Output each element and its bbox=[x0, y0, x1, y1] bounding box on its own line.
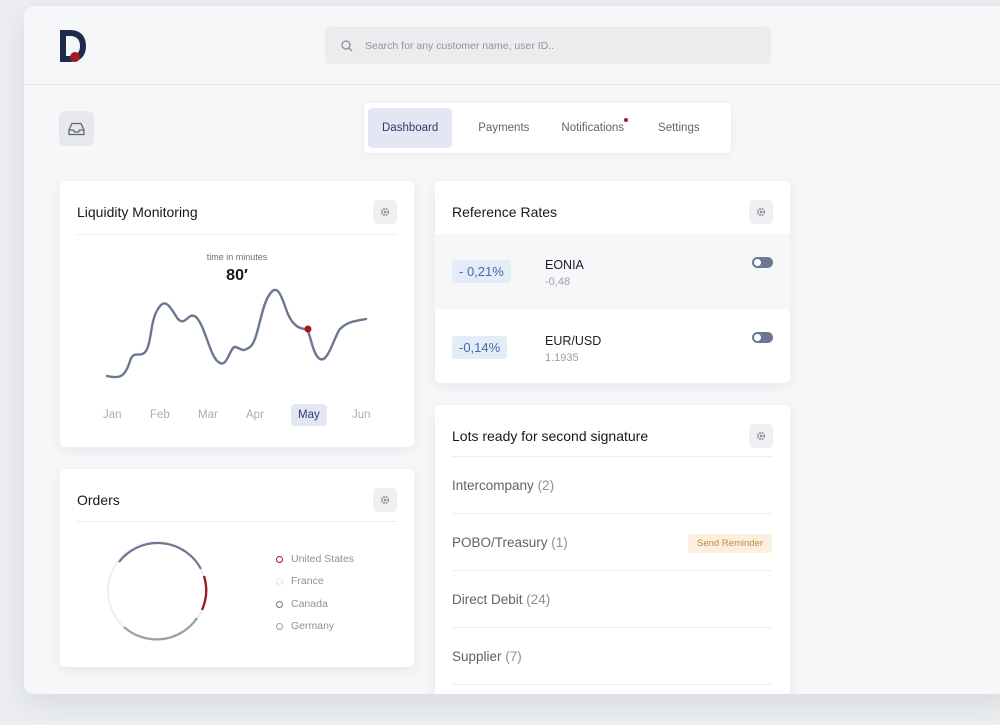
liquidity-line-chart bbox=[105, 288, 368, 379]
legend-label: Germany bbox=[291, 620, 335, 632]
lot-count: (24) bbox=[526, 592, 551, 607]
lot-row[interactable]: Direct Debit (24) bbox=[452, 571, 772, 628]
app-window: Dashboard Payments Notifications Setting… bbox=[24, 6, 1000, 694]
lot-label: Supplier (7) bbox=[452, 649, 522, 664]
month-label[interactable]: Apr bbox=[246, 409, 264, 421]
card-divider bbox=[77, 234, 397, 235]
legend-item: United States bbox=[276, 553, 354, 565]
header-divider bbox=[24, 84, 1000, 85]
rate-value: 1.1935 bbox=[545, 352, 579, 364]
lot-row[interactable]: Intercompany (2) bbox=[452, 457, 772, 514]
tab-label: Dashboard bbox=[382, 122, 439, 134]
gear-icon bbox=[756, 431, 766, 441]
month-label-active[interactable]: May bbox=[291, 404, 327, 426]
rate-toggle[interactable] bbox=[752, 257, 773, 268]
tab-label: Settings bbox=[658, 122, 700, 134]
brand-logo bbox=[60, 30, 86, 62]
legend-item: Canada bbox=[276, 598, 328, 610]
search-bar[interactable] bbox=[325, 27, 771, 64]
lot-label: POBO/Treasury (1) bbox=[452, 535, 568, 550]
card-title: Orders bbox=[77, 492, 120, 508]
legend-label: France bbox=[291, 575, 324, 587]
rate-name: EONIA bbox=[545, 258, 584, 272]
send-reminder-button[interactable]: Send Reminder bbox=[687, 534, 772, 553]
tab-settings[interactable]: Settings bbox=[644, 108, 714, 148]
gear-icon bbox=[756, 207, 766, 217]
gear-icon bbox=[380, 495, 390, 505]
month-label[interactable]: Jan bbox=[103, 409, 122, 421]
lot-name: POBO/Treasury bbox=[452, 535, 548, 550]
card-settings-button[interactable] bbox=[749, 424, 773, 448]
lot-label: Direct Debit (24) bbox=[452, 592, 550, 607]
inbox-button[interactable] bbox=[59, 111, 94, 146]
card-divider bbox=[77, 521, 397, 522]
notification-dot bbox=[624, 118, 629, 122]
reference-rates-card: Reference Rates - 0,21% EONIA -0,48 -0,1… bbox=[435, 181, 790, 383]
search-icon bbox=[341, 39, 353, 51]
rate-change-badge: - 0,21% bbox=[452, 260, 511, 283]
tab-notifications[interactable]: Notifications bbox=[547, 108, 638, 148]
rate-name: EUR/USD bbox=[545, 334, 602, 348]
tab-label: Notifications bbox=[561, 122, 625, 134]
card-settings-button[interactable] bbox=[373, 488, 397, 512]
card-title: Liquidity Monitoring bbox=[77, 204, 198, 220]
month-label[interactable]: Feb bbox=[150, 409, 170, 421]
month-label[interactable]: Jun bbox=[352, 409, 371, 421]
rate-toggle[interactable] bbox=[752, 332, 773, 343]
rate-change-badge: -0,14% bbox=[452, 336, 508, 359]
legend-item: Germany bbox=[276, 620, 334, 632]
liquidity-card: Liquidity Monitoring time in minutes 80′… bbox=[60, 181, 414, 447]
card-settings-button[interactable] bbox=[749, 200, 773, 224]
liquidity-line bbox=[105, 288, 368, 379]
legend-dot bbox=[276, 555, 283, 563]
highlight-point bbox=[304, 325, 312, 333]
inbox-icon bbox=[68, 122, 85, 135]
tab-payments[interactable]: Payments bbox=[464, 108, 543, 148]
lot-row[interactable]: Supplier (7) bbox=[452, 628, 772, 685]
legend-dot bbox=[276, 622, 283, 630]
lot-label: Intercompany (2) bbox=[452, 478, 554, 493]
legend-label: Canada bbox=[291, 598, 328, 610]
search-input[interactable] bbox=[365, 39, 745, 52]
legend-dot bbox=[276, 577, 283, 585]
legend-label: United States bbox=[291, 553, 355, 565]
lot-count: (2) bbox=[537, 478, 555, 493]
card-title: Reference Rates bbox=[452, 204, 558, 220]
lots-card: Lots ready for second signature Intercom… bbox=[435, 405, 790, 694]
main-tabs: Dashboard Payments Notifications Setting… bbox=[364, 103, 731, 153]
legend-item: France bbox=[276, 575, 324, 587]
orders-donut-chart bbox=[107, 541, 208, 641]
lot-row[interactable]: POBO/Treasury (1) Send Reminder bbox=[452, 514, 772, 571]
lot-name: Intercompany bbox=[452, 478, 534, 493]
lot-name: Direct Debit bbox=[452, 592, 523, 607]
rate-row[interactable]: -0,14% EUR/USD 1.1935 bbox=[435, 309, 790, 384]
lot-name: Supplier bbox=[452, 649, 502, 664]
tab-dashboard[interactable]: Dashboard bbox=[368, 108, 453, 148]
orders-card: Orders United States France Canada Germa… bbox=[60, 469, 414, 667]
card-settings-button[interactable] bbox=[373, 200, 397, 224]
lot-count: (7) bbox=[505, 649, 522, 664]
card-title: Lots ready for second signature bbox=[452, 428, 649, 444]
gear-icon bbox=[380, 207, 390, 217]
rate-row[interactable]: - 0,21% EONIA -0,48 bbox=[435, 234, 790, 309]
month-label[interactable]: Mar bbox=[198, 409, 218, 421]
legend-dot bbox=[276, 600, 283, 608]
lot-count: (1) bbox=[551, 535, 568, 550]
chart-caption: time in minutes bbox=[206, 252, 268, 262]
tab-label: Payments bbox=[478, 122, 530, 134]
rate-value: -0,48 bbox=[545, 276, 571, 288]
